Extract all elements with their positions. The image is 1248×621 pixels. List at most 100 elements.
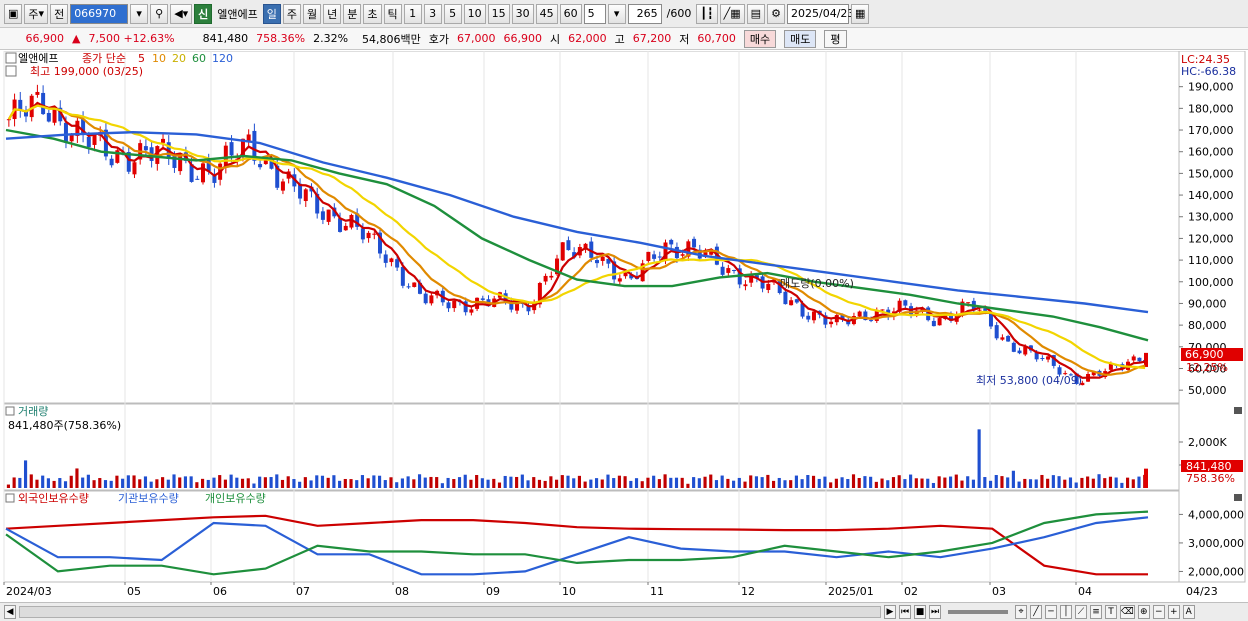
text-tool-icon[interactable]: T: [1105, 605, 1117, 619]
candle-type-icon[interactable]: ┃┇: [696, 3, 718, 24]
volume-bar: [789, 480, 793, 488]
crosshair-icon[interactable]: [5, 65, 17, 77]
draw-tool-icon[interactable]: ╱▦: [719, 3, 745, 24]
volume-bar: [138, 479, 142, 488]
tf-yearly-button[interactable]: 년: [323, 3, 342, 24]
bar-count-input[interactable]: 265: [627, 3, 662, 24]
date-input[interactable]: 2025/04/23: [787, 3, 854, 24]
interval-45-button[interactable]: 45: [535, 3, 558, 24]
last-icon[interactable]: ⏭: [929, 605, 941, 619]
tf-weekly-button[interactable]: 주: [282, 3, 302, 24]
candle-body: [617, 278, 622, 282]
volume-bar: [143, 476, 148, 488]
zoom-in-icon[interactable]: ⊕: [1137, 605, 1150, 619]
candle-body: [35, 91, 40, 95]
tf-daily-button[interactable]: 일: [262, 3, 281, 24]
interval-60-button[interactable]: 60: [559, 3, 582, 24]
first-icon[interactable]: ⏮: [899, 605, 911, 619]
zoom-out-icon[interactable]: −: [1152, 605, 1165, 619]
period-select[interactable]: 주 ▾: [24, 3, 49, 24]
volume-bar: [29, 474, 33, 488]
volume-bar: [686, 483, 690, 488]
window-icon[interactable]: ▣: [4, 3, 23, 24]
trade-amount: 54,806백만: [362, 32, 421, 46]
volume-menu-icon[interactable]: [5, 406, 15, 416]
holders-close-icon[interactable]: [1234, 494, 1242, 501]
interval-dropdown-icon[interactable]: ▾: [607, 3, 626, 24]
volume-bar: [309, 480, 313, 488]
bid-label: 호가: [428, 32, 450, 46]
last-volume-bar: [1144, 468, 1148, 488]
stock-chart[interactable]: 190,000 180,000 170,000 160,000 150,000 140,0…: [0, 51, 1248, 602]
calendar-icon[interactable]: ▦: [851, 3, 870, 24]
candle-body: [446, 302, 451, 309]
fib-tool-icon[interactable]: ≡: [1090, 605, 1102, 619]
tf-minute-button[interactable]: 분: [343, 3, 362, 24]
trend-tool-icon[interactable]: ⟋: [1075, 605, 1087, 619]
font-icon[interactable]: A: [1182, 605, 1195, 619]
y-tick-label: 180,000: [1188, 102, 1234, 115]
gear-icon[interactable]: ⚙: [767, 3, 786, 24]
volume-bar: [63, 481, 68, 488]
volume-bar: [246, 478, 250, 488]
buy-button[interactable]: 매수: [743, 29, 777, 48]
volume-bar: [440, 483, 444, 488]
candle-body: [543, 275, 548, 282]
x-tick-label: 12: [741, 585, 755, 598]
volume-value: 841,480: [202, 32, 249, 45]
volume-bar: [189, 476, 193, 488]
hline-tool-icon[interactable]: ─: [1045, 605, 1057, 619]
stop-icon[interactable]: ■: [914, 605, 926, 619]
interval-10-button[interactable]: 10: [463, 3, 486, 24]
pane-menu-icon[interactable]: [5, 52, 17, 64]
stock-code-input[interactable]: 066970: [70, 3, 129, 24]
volume-bar: [1080, 477, 1084, 488]
volume-bar: [286, 476, 290, 488]
speaker-icon[interactable]: ◀▾: [170, 3, 193, 24]
eval-button[interactable]: 평: [824, 29, 847, 48]
candle-body: [63, 122, 68, 143]
line-tool-icon[interactable]: ╱: [1030, 605, 1042, 619]
volume-bar: [360, 475, 365, 488]
candle-body: [794, 299, 799, 303]
add-icon[interactable]: +: [1167, 605, 1180, 619]
vline-tool-icon[interactable]: │: [1060, 605, 1072, 619]
candle-body: [789, 300, 794, 306]
interval-3-button[interactable]: 3: [423, 3, 442, 24]
volume-bar: [1057, 476, 1061, 488]
candle-body: [52, 109, 57, 123]
tf-tick-button[interactable]: 틱: [383, 3, 402, 24]
cursor-tool-icon[interactable]: ⌖: [1015, 605, 1027, 619]
y-tick-label: 50,000: [1188, 384, 1227, 397]
scroll-left-icon[interactable]: ◀: [4, 605, 16, 619]
tf-monthly-button[interactable]: 월: [303, 3, 322, 24]
volume-bar: [35, 479, 39, 488]
candle-body: [1046, 356, 1051, 360]
volume-title: 거래량: [18, 405, 48, 418]
zoom-slider[interactable]: [948, 610, 1008, 614]
volume-close-icon[interactable]: [1234, 407, 1242, 414]
candle-body: [406, 286, 411, 288]
tf-second-button[interactable]: 초: [363, 3, 382, 24]
volume-bar: [594, 478, 599, 488]
mode-button[interactable]: 전: [50, 3, 69, 24]
volume-bar: [1120, 482, 1124, 488]
search-icon[interactable]: ⚲: [150, 3, 169, 24]
y-tick-label: 190,000: [1188, 81, 1234, 94]
interval-15-button[interactable]: 15: [487, 3, 510, 24]
volume-bar: [880, 478, 884, 488]
holders-menu-icon[interactable]: [5, 493, 15, 503]
open-price: 62,000: [568, 32, 607, 45]
scroll-right-icon[interactable]: ▶: [884, 605, 896, 619]
interval-5-button[interactable]: 5: [443, 3, 462, 24]
candle-body: [857, 311, 862, 317]
interval-30-button[interactable]: 30: [511, 3, 534, 24]
interval-1-button[interactable]: 1: [403, 3, 422, 24]
code-dropdown-icon[interactable]: ▾: [130, 3, 149, 24]
save-icon[interactable]: ▤: [746, 3, 766, 24]
interval-select[interactable]: 5: [583, 3, 606, 24]
erase-tool-icon[interactable]: ⌫: [1120, 605, 1135, 619]
sell-button[interactable]: 매도: [784, 29, 817, 48]
candle-body: [1017, 350, 1022, 354]
scrollbar-track[interactable]: [19, 606, 881, 618]
